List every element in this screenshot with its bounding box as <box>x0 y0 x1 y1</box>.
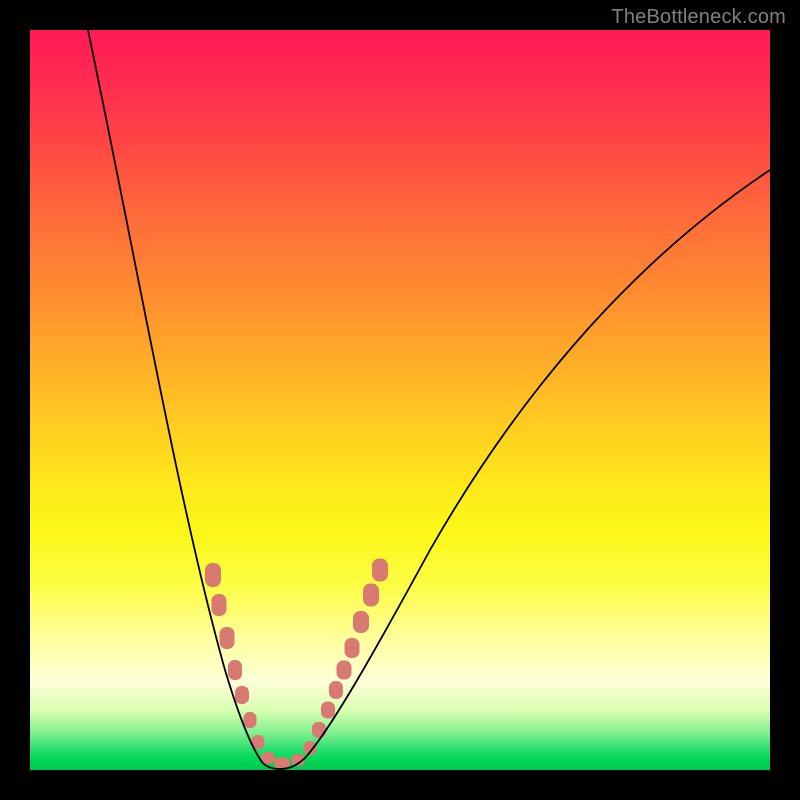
curve-svg <box>30 30 770 770</box>
chart-frame: TheBottleneck.com <box>0 0 800 800</box>
data-marker <box>212 594 227 616</box>
data-marker <box>244 712 257 728</box>
data-marker <box>353 611 369 633</box>
right-curve <box>280 170 770 769</box>
data-marker <box>235 686 249 704</box>
data-marker <box>337 661 352 680</box>
plot-area <box>30 30 770 770</box>
data-marker <box>329 681 343 699</box>
left-curve <box>88 30 280 769</box>
data-marker <box>372 559 388 582</box>
data-marker <box>321 702 335 719</box>
data-marker <box>274 758 290 769</box>
data-marker <box>228 660 242 680</box>
data-marker <box>312 722 326 738</box>
data-marker <box>220 627 235 649</box>
watermark-text: TheBottleneck.com <box>611 6 786 29</box>
data-marker <box>363 584 379 607</box>
data-marker <box>345 638 360 658</box>
data-marker <box>205 563 221 587</box>
marker-group <box>205 559 388 769</box>
